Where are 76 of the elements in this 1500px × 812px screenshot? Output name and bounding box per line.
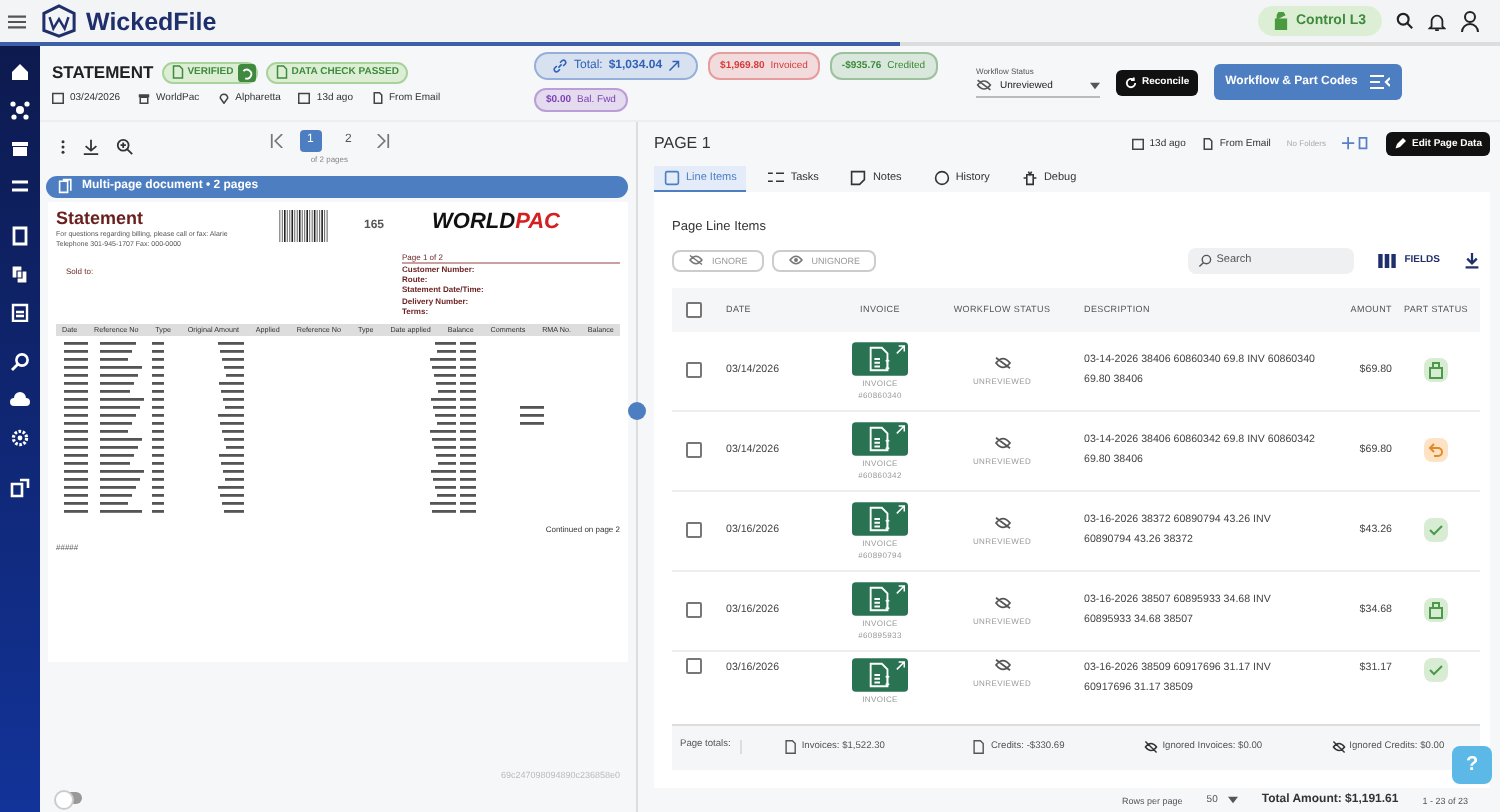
invoice-icon[interactable]: [852, 501, 908, 535]
invoice-icon[interactable]: [852, 421, 908, 455]
caret-icon: [1227, 796, 1238, 804]
pencil-icon: [1393, 137, 1406, 149]
collapse-handle[interactable]: [628, 401, 646, 419]
add-folder-icon[interactable]: [1341, 136, 1370, 150]
caret-icon: [1090, 81, 1100, 89]
check-icon[interactable]: [1424, 518, 1448, 542]
hidden-eye-icon: [1144, 740, 1159, 754]
row-checkbox[interactable]: [686, 657, 702, 673]
statement-heading: Statement: [56, 209, 146, 229]
bell-icon[interactable]: [1428, 11, 1446, 31]
return-icon[interactable]: [1424, 438, 1448, 462]
menu-icon[interactable]: [8, 13, 26, 29]
open-arrow-icon: [668, 60, 681, 72]
row-checkbox[interactable]: [686, 362, 702, 378]
row-checkbox[interactable]: [686, 442, 702, 458]
download-icon[interactable]: [1464, 251, 1480, 269]
copy-icon[interactable]: [10, 263, 30, 283]
link-icon: [552, 58, 568, 74]
search-icon[interactable]: [1396, 12, 1414, 30]
app-name: WickedFile: [86, 7, 217, 35]
document-icon: [371, 91, 383, 103]
last-page-icon[interactable]: [375, 133, 390, 147]
check-icon[interactable]: [1424, 657, 1448, 681]
hidden-eye-icon: [993, 595, 1011, 609]
hidden-eye-icon: [993, 355, 1011, 369]
pin-icon: [217, 91, 230, 103]
row-checkbox[interactable]: [686, 602, 702, 618]
download-icon[interactable]: [82, 137, 100, 155]
zoom-icon[interactable]: [116, 137, 134, 155]
document-icon: [275, 64, 288, 80]
page-title: PAGE 1: [654, 134, 711, 152]
document-icon: [1201, 137, 1214, 149]
document-title: STATEMENT: [52, 62, 154, 82]
menu-collapse-icon: [1369, 74, 1390, 90]
logo-icon: [40, 4, 78, 38]
copy-icon: [58, 178, 74, 194]
note-icon: [850, 169, 867, 185]
box-icon[interactable]: [1424, 598, 1448, 622]
lock-icon: [1274, 12, 1288, 30]
select-all-checkbox[interactable]: [686, 301, 702, 317]
hidden-eye-icon: [993, 435, 1011, 449]
external-icon[interactable]: [10, 477, 30, 497]
store-icon[interactable]: [10, 137, 30, 157]
bug-icon: [1021, 169, 1038, 185]
document-icon: [972, 740, 987, 754]
eye-icon: [787, 254, 804, 266]
hidden-eye-icon: [993, 657, 1011, 671]
hidden-eye-icon: [993, 515, 1011, 529]
invoice-icon[interactable]: [852, 657, 908, 691]
view-toggle[interactable]: [56, 792, 82, 804]
gear-icon[interactable]: [10, 427, 30, 447]
home-icon[interactable]: [10, 61, 30, 81]
box-icon[interactable]: [1424, 358, 1448, 382]
hidden-eye-icon: [688, 254, 704, 266]
row-checkbox[interactable]: [686, 522, 702, 538]
first-page-icon[interactable]: [269, 133, 284, 147]
clipboard-icon[interactable]: [10, 301, 30, 321]
checklist-icon: [768, 169, 785, 185]
cloud-icon[interactable]: [10, 389, 30, 409]
more-icon[interactable]: [60, 137, 66, 155]
document-icon: [171, 64, 184, 80]
columns-icon: [1378, 253, 1397, 267]
search-icon[interactable]: [10, 351, 30, 371]
store-icon: [138, 91, 151, 103]
user-icon[interactable]: [1460, 10, 1480, 32]
refresh-icon: [1124, 75, 1138, 89]
network-icon[interactable]: [10, 99, 30, 119]
document-icon: [783, 740, 798, 754]
invoice-icon[interactable]: [852, 581, 908, 615]
invoice-icon[interactable]: [852, 341, 908, 375]
undo-icon[interactable]: [237, 63, 256, 81]
hidden-eye-icon: [976, 78, 992, 92]
vendor-logo: WORLDPAC: [432, 209, 560, 233]
hidden-eye-icon: [1331, 740, 1346, 754]
